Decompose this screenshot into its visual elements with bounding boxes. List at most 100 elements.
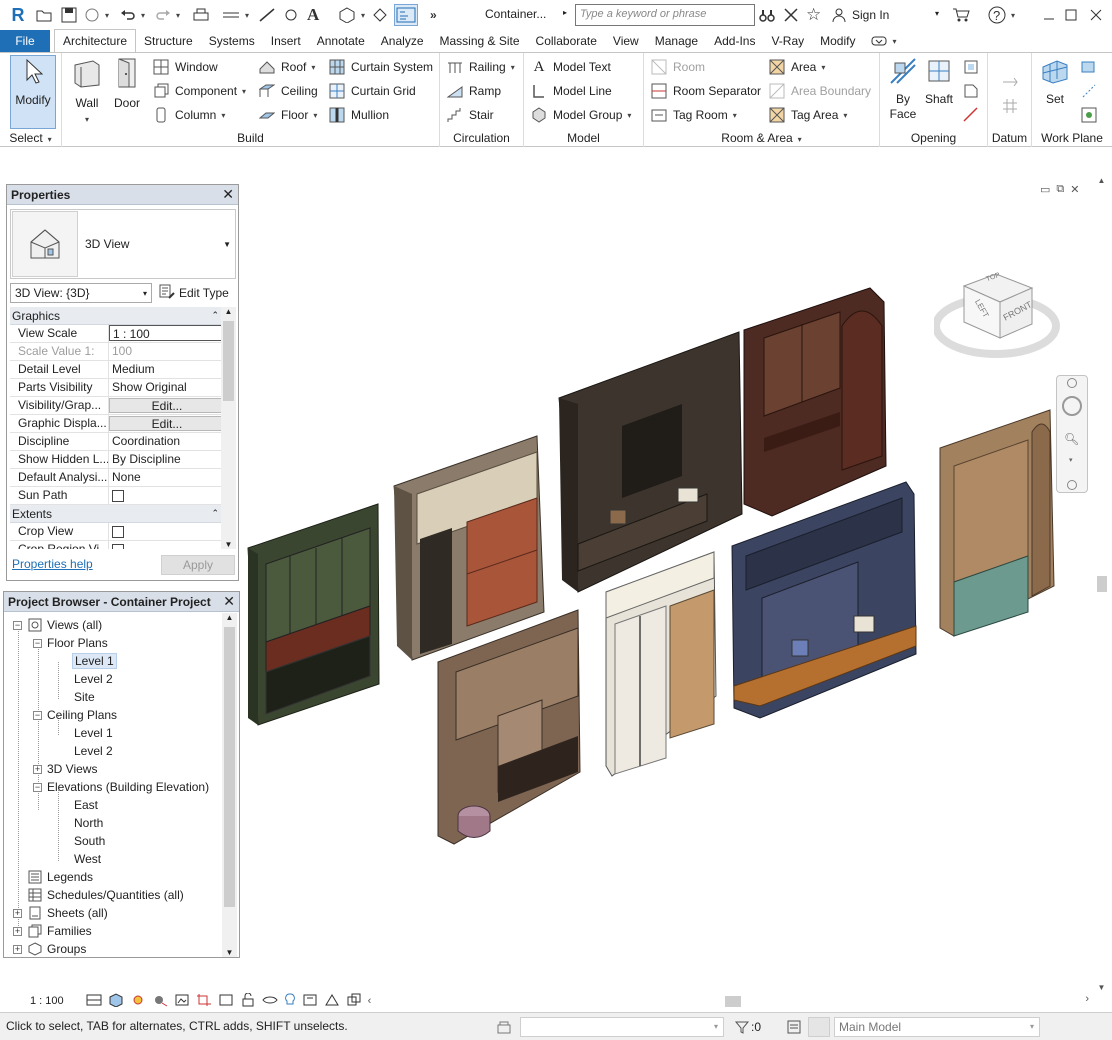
open-icon[interactable] <box>36 4 52 26</box>
tab-modify[interactable]: Modify <box>812 30 863 52</box>
cabinet-dark-green[interactable] <box>247 503 380 726</box>
tab-massing-site[interactable]: Massing & Site <box>432 30 528 52</box>
properties-help-link[interactable]: Properties help <box>12 557 93 571</box>
scroll-down-icon[interactable]: ▼ <box>221 540 236 549</box>
temporary-view-properties-icon[interactable] <box>302 993 318 1010</box>
tree-families[interactable]: + Families <box>13 922 92 940</box>
parts-visibility-value[interactable]: Show Original <box>109 379 224 396</box>
3d-viewport[interactable]: TOP LEFT FRONT <box>242 176 1092 992</box>
viewport-close-icon[interactable]: ✕ <box>1070 183 1079 196</box>
scroll-up-icon[interactable]: ▲ <box>1093 176 1110 185</box>
help-icon[interactable]: ? ▾ <box>988 4 1015 26</box>
temporary-hide-icon[interactable] <box>262 993 278 1010</box>
tag-room-button[interactable]: Tag Room ▾ <box>650 104 737 126</box>
room-area-group-label[interactable]: Room & Area ▾ <box>644 131 879 145</box>
tree-floor-plan-level-1[interactable]: Level 1 <box>72 652 117 670</box>
level-button[interactable] <box>1001 71 1024 93</box>
default-3d-view-icon[interactable]: ▾ <box>338 4 365 26</box>
undo-icon[interactable]: ▾ <box>120 4 145 26</box>
tag-area-button[interactable]: Tag Area ▾ <box>768 104 847 126</box>
tab-analyze[interactable]: Analyze <box>373 30 432 52</box>
main-model-dropdown[interactable]: Main Model ▾ <box>834 1017 1040 1037</box>
steering-wheel-icon[interactable] <box>1062 396 1082 416</box>
tree-elevations[interactable]: − Elevations (Building Elevation) <box>33 778 209 796</box>
curtain-system-button[interactable]: Curtain System <box>328 56 433 78</box>
instance-selector[interactable]: 3D View: {3D} ▾ <box>10 283 152 303</box>
highlight-displacement-icon[interactable] <box>346 993 362 1010</box>
tab-structure[interactable]: Structure <box>136 30 201 52</box>
tab-insert[interactable]: Insert <box>263 30 309 52</box>
maximize-icon[interactable] <box>1065 4 1077 26</box>
viewport-horizontal-scrollbar[interactable]: › <box>380 993 1092 1010</box>
area-button[interactable]: Area ▾ <box>768 56 825 78</box>
tab-annotate[interactable]: Annotate <box>309 30 373 52</box>
tree-legends[interactable]: Legends <box>27 868 93 886</box>
cabinet-beige-copper[interactable] <box>393 435 545 661</box>
crop-view-checkbox[interactable] <box>112 526 124 538</box>
tab-manage[interactable]: Manage <box>647 30 706 52</box>
tree-floor-plan-site[interactable]: Site <box>74 688 95 706</box>
scroll-right-icon[interactable]: › <box>1085 993 1089 1005</box>
cabinet-navy[interactable] <box>731 481 917 719</box>
vertical-opening-button[interactable] <box>962 80 985 102</box>
crop-view-icon[interactable] <box>196 993 212 1010</box>
sign-in-caret[interactable]: ▾ <box>935 9 939 18</box>
tree-ceiling-plans[interactable]: − Ceiling Plans <box>33 706 117 724</box>
roof-button[interactable]: Roof ▾ <box>258 56 315 78</box>
type-dropdown-caret[interactable]: ▼ <box>223 240 231 249</box>
tree-elevation-south[interactable]: South <box>74 832 105 850</box>
tab-file[interactable]: File <box>0 30 50 52</box>
show-hidden-lines-value[interactable]: By Discipline <box>109 451 224 468</box>
subscription-icon[interactable] <box>783 4 799 26</box>
browser-scrollbar[interactable]: ▲ ▼ <box>222 613 237 957</box>
visibility-graphics-edit-button[interactable]: Edit... <box>109 398 222 413</box>
section-graphics[interactable]: Graphics ⌃ <box>10 307 224 325</box>
edit-type-button[interactable]: Edit Type <box>159 283 229 303</box>
tag-icon[interactable] <box>283 4 299 26</box>
viewport-vertical-scrollbar[interactable]: ▲ ▼ <box>1093 176 1110 992</box>
tree-elevation-north[interactable]: North <box>74 814 103 832</box>
curtain-grid-button[interactable]: Curtain Grid <box>328 80 416 102</box>
filter-icon[interactable] <box>734 1019 750 1038</box>
sign-in-link[interactable]: Sign In <box>852 8 889 22</box>
sync-icon[interactable]: ▾ <box>84 4 109 26</box>
component-button[interactable]: Component ▾ <box>152 80 246 102</box>
scrollbar-thumb[interactable] <box>224 627 235 907</box>
scroll-down-icon[interactable]: ▼ <box>222 948 237 957</box>
model-line-button[interactable]: Model Line <box>530 80 612 102</box>
browser-close-icon[interactable]: ✕ <box>223 593 235 610</box>
ref-plane-button[interactable] <box>1080 80 1103 102</box>
tab-v-ray[interactable]: V-Ray <box>763 30 812 52</box>
tree-floor-plans[interactable]: − Floor Plans <box>33 634 108 652</box>
section-extents[interactable]: Extents ⌃ <box>10 505 224 523</box>
print-icon[interactable] <box>192 4 210 26</box>
cabinet-tan-mint[interactable] <box>939 409 1055 637</box>
by-face-button[interactable]: By Face <box>886 55 920 122</box>
scroll-down-icon[interactable]: ▼ <box>1093 983 1110 992</box>
wall-opening-button[interactable] <box>962 56 985 78</box>
modify-button[interactable]: Modify <box>10 55 56 129</box>
door-button[interactable]: Door <box>108 55 146 111</box>
scrollbar-thumb[interactable] <box>1097 576 1107 592</box>
wall-button[interactable]: Wall ▾ <box>66 55 108 127</box>
tree-floor-plan-level-2[interactable]: Level 2 <box>74 670 113 688</box>
binoculars-icon[interactable] <box>759 4 775 26</box>
analytical-model-icon[interactable] <box>324 993 340 1010</box>
active-workset-dropdown[interactable]: ▾ <box>520 1017 724 1037</box>
tree-ceiling-plan-level-2[interactable]: Level 2 <box>74 742 113 760</box>
viewcube[interactable]: TOP LEFT FRONT <box>932 258 1060 358</box>
reveal-hidden-icon[interactable] <box>284 993 296 1010</box>
tree-3d-views[interactable]: +3D Views <box>33 760 97 778</box>
worksets-icon[interactable] <box>496 1019 512 1038</box>
room-button[interactable]: Room <box>650 56 705 78</box>
zoom-caret[interactable]: ▾ <box>1069 456 1073 464</box>
user-icon[interactable] <box>831 4 847 26</box>
mullion-button[interactable]: Mullion <box>328 104 389 126</box>
tree-sheets[interactable]: + Sheets (all) <box>13 904 108 922</box>
favorites-star-icon[interactable]: ☆ <box>806 4 821 26</box>
cart-icon[interactable] <box>952 4 970 26</box>
save-icon[interactable] <box>61 4 77 26</box>
scroll-up-icon[interactable]: ▲ <box>222 613 237 622</box>
crop-region-visible-checkbox[interactable] <box>112 544 124 549</box>
aligned-dimension-icon[interactable] <box>258 4 276 26</box>
